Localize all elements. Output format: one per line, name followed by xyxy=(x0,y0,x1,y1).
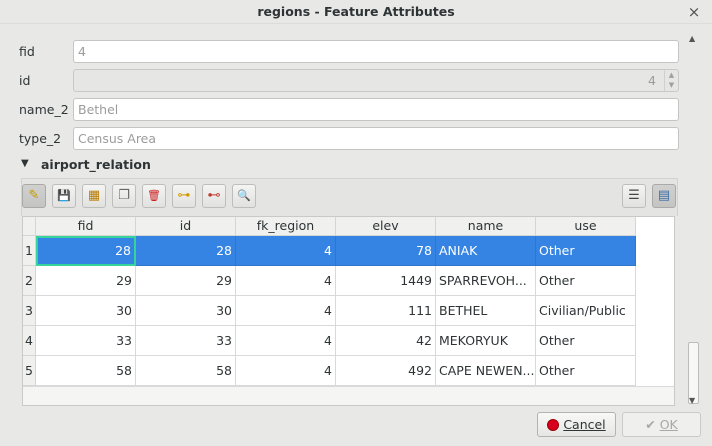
cancel-label: Cancel xyxy=(563,417,606,432)
form-view-button[interactable]: ☰ xyxy=(622,184,646,208)
table-view-button[interactable]: ▤ xyxy=(652,184,676,208)
form-scrollbar[interactable]: ▲ ▼ xyxy=(688,34,700,406)
fid-field[interactable]: 4 xyxy=(73,40,679,63)
unlink-feature-button[interactable]: ⊷ xyxy=(202,184,226,208)
table-cell[interactable]: Other xyxy=(536,266,636,296)
table-cell[interactable]: 58 xyxy=(36,356,136,386)
zoom-to-feature-button[interactable]: 🔍 xyxy=(232,184,256,208)
name-2-field[interactable]: Bethel xyxy=(73,98,679,121)
table-cell[interactable]: 28 xyxy=(136,236,236,266)
table-empty-area xyxy=(23,386,674,405)
delete-feature-button[interactable]: 🗑 xyxy=(142,184,166,208)
table-cell[interactable]: 4 xyxy=(236,326,336,356)
table-cell[interactable]: BETHEL xyxy=(436,296,536,326)
column-header-name[interactable]: name xyxy=(436,217,536,236)
spin-arrows[interactable]: ▲ ▼ xyxy=(664,70,678,91)
table-corner[interactable] xyxy=(23,217,36,236)
table-cell[interactable]: 42 xyxy=(336,326,436,356)
add-child-feature-icon: ▦ xyxy=(87,188,101,203)
name-2-value: Bethel xyxy=(78,102,119,117)
form-view-icon: ☰ xyxy=(628,188,640,203)
table-cell[interactable]: Other xyxy=(536,356,636,386)
row-header[interactable]: 5 xyxy=(23,356,36,386)
unlink-feature-icon: ⊷ xyxy=(207,188,221,203)
table-cell[interactable]: 30 xyxy=(36,296,136,326)
id-value: 4 xyxy=(648,73,656,88)
table-cell[interactable]: 1449 xyxy=(336,266,436,296)
type-2-label: type_2 xyxy=(19,131,62,146)
relation-title[interactable]: airport_relation xyxy=(41,157,151,172)
add-child-feature-button[interactable]: ▦ xyxy=(82,184,106,208)
collapse-triangle-icon[interactable]: ▼ xyxy=(21,158,29,169)
column-header-fk-region[interactable]: fk_region xyxy=(236,217,336,236)
scrollbar-thumb[interactable] xyxy=(688,342,699,404)
spin-down-icon[interactable]: ▼ xyxy=(665,80,678,90)
column-header-use[interactable]: use xyxy=(536,217,636,236)
id-spinbox[interactable]: 4 ▲ ▼ xyxy=(73,69,679,92)
save-edits-icon: 💾 xyxy=(57,189,71,202)
table-cell[interactable]: 111 xyxy=(336,296,436,326)
table-cell[interactable]: 29 xyxy=(136,266,236,296)
table-cell[interactable]: 4 xyxy=(236,266,336,296)
name-2-label: name_2 xyxy=(19,102,69,117)
table-cell[interactable]: 30 xyxy=(136,296,236,326)
row-header[interactable]: 2 xyxy=(23,266,36,296)
table-view-icon: ▤ xyxy=(657,188,671,203)
column-header-id[interactable]: id xyxy=(136,217,236,236)
row-header[interactable]: 3 xyxy=(23,296,36,326)
toggle-editing-button[interactable]: ✎ xyxy=(22,184,46,208)
table-cell[interactable]: Other xyxy=(536,326,636,356)
table-cell[interactable]: 4 xyxy=(236,236,336,266)
table-cell[interactable]: 29 xyxy=(36,266,136,296)
close-icon[interactable]: × xyxy=(686,0,702,24)
scroll-up-icon[interactable]: ▲ xyxy=(689,34,695,43)
toggle-editing-icon: ✎ xyxy=(28,188,40,203)
table-cell[interactable]: 492 xyxy=(336,356,436,386)
link-feature-icon: ⊶ xyxy=(177,188,191,203)
zoom-to-feature-icon: 🔍 xyxy=(237,189,251,202)
link-feature-button[interactable]: ⊶ xyxy=(172,184,196,208)
column-header-fid[interactable]: fid xyxy=(36,217,136,236)
ok-label: OK xyxy=(659,417,678,432)
table-cell[interactable]: 4 xyxy=(236,296,336,326)
spin-up-icon[interactable]: ▲ xyxy=(665,70,678,80)
table-cell[interactable]: CAPE NEWEN... xyxy=(436,356,536,386)
table-cell[interactable]: 4 xyxy=(236,356,336,386)
column-header-elev[interactable]: elev xyxy=(336,217,436,236)
table-cell[interactable]: 33 xyxy=(136,326,236,356)
table-cell[interactable]: Civilian/Public xyxy=(536,296,636,326)
table-cell[interactable]: Other xyxy=(536,236,636,266)
fid-value: 4 xyxy=(78,44,86,59)
window-title: regions - Feature Attributes xyxy=(257,4,455,19)
table-cell[interactable]: MEKORYUK xyxy=(436,326,536,356)
attribute-table[interactable]: fid id fk_region elev name use 1 28 28 4… xyxy=(22,216,675,406)
table-cell[interactable]: 28 xyxy=(36,236,136,266)
table-cell[interactable]: 58 xyxy=(136,356,236,386)
check-icon: ✔ xyxy=(645,417,656,432)
table-cell[interactable]: ANIAK xyxy=(436,236,536,266)
duplicate-feature-icon: ❐ xyxy=(118,188,130,203)
delete-feature-icon: 🗑 xyxy=(147,189,161,202)
row-header[interactable]: 4 xyxy=(23,326,36,356)
ok-button[interactable]: ✔ OK xyxy=(622,412,701,437)
duplicate-feature-button[interactable]: ❐ xyxy=(112,184,136,208)
type-2-value: Census Area xyxy=(78,131,157,146)
table-cell[interactable]: 33 xyxy=(36,326,136,356)
table-cell[interactable]: 78 xyxy=(336,236,436,266)
fid-label: fid xyxy=(19,44,35,59)
window-titlebar: regions - Feature Attributes × xyxy=(0,0,712,24)
save-edits-button[interactable]: 💾 xyxy=(52,184,76,208)
cancel-button[interactable]: Cancel xyxy=(537,412,616,437)
cancel-icon xyxy=(547,419,560,431)
id-label: id xyxy=(19,73,31,88)
table-cell[interactable]: SPARREVOH... xyxy=(436,266,536,296)
row-header[interactable]: 1 xyxy=(23,236,36,266)
scroll-down-icon[interactable]: ▼ xyxy=(689,396,695,405)
type-2-field[interactable]: Census Area xyxy=(73,127,679,150)
